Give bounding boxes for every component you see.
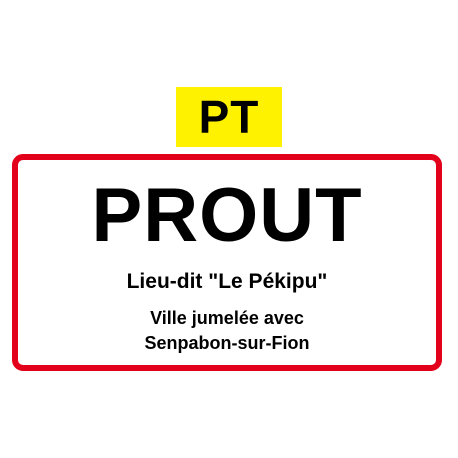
town-entry-sign: PROUT Lieu-dit "Le Pékipu" Ville jumelée…	[12, 154, 442, 371]
route-badge-label: PT	[198, 91, 260, 143]
twinning-label: Ville jumelée avec	[150, 308, 304, 328]
locality-name: Lieu-dit "Le Pékipu"	[126, 270, 328, 293]
sign-canvas: PT PROUT Lieu-dit "Le Pékipu" Ville jume…	[0, 0, 458, 458]
town-name: PROUT	[91, 173, 363, 258]
twin-town-name: Senpabon-sur-Fion	[144, 333, 310, 353]
route-badge: PT	[176, 87, 282, 147]
